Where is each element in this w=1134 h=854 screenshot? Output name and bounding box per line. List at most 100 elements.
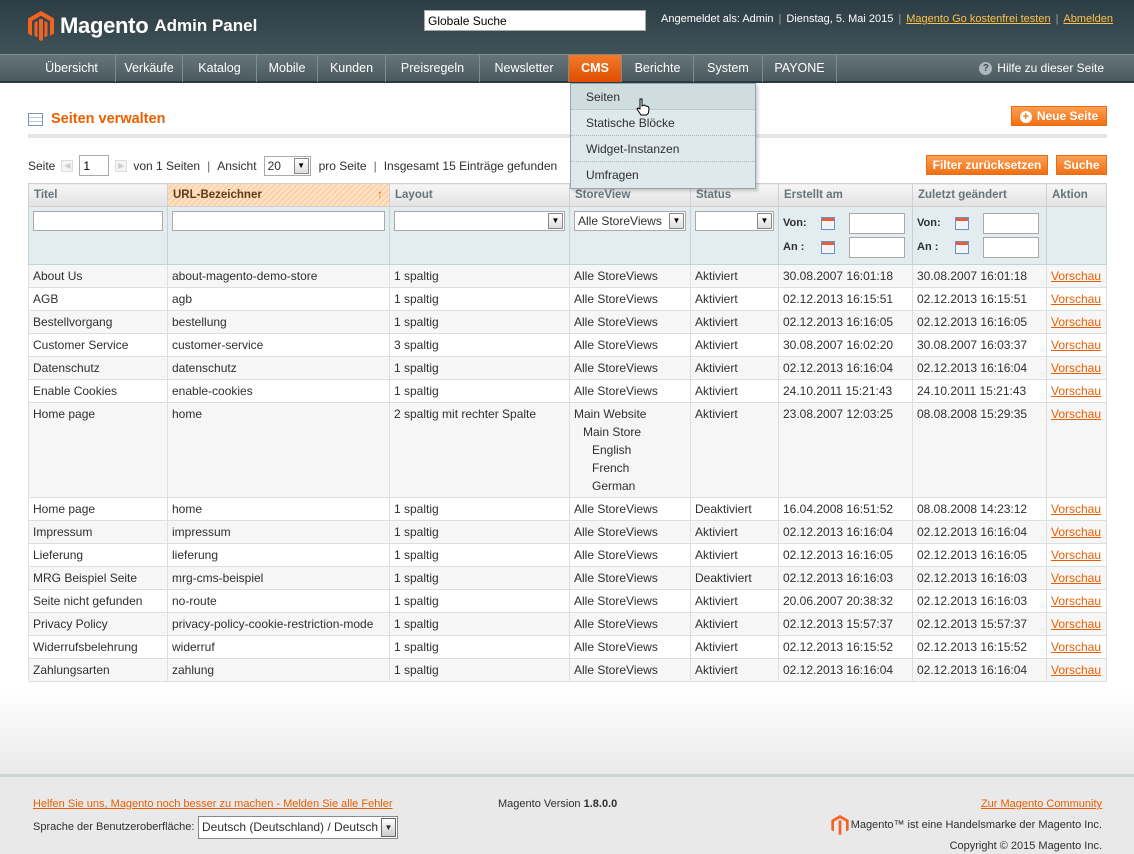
cell-layout: 1 spaltig xyxy=(389,566,570,590)
preview-link[interactable]: Vorschau xyxy=(1051,384,1101,398)
table-row[interactable]: MRG Beispiel Seite mrg-cms-beispiel 1 spal… xyxy=(28,566,1107,590)
community-link[interactable]: Zur Magento Community xyxy=(981,798,1102,810)
preview-link[interactable]: Vorschau xyxy=(1051,594,1101,608)
cell-url-key: home xyxy=(167,402,390,498)
header-links: Angemeldet als: Admin | Dienstag, 5. Mai 2… xyxy=(661,13,1113,25)
per-page-select[interactable]: 20 ▼ xyxy=(263,155,311,176)
language-select[interactable]: Deutsch (Deutschland) / Deutsch ▼ xyxy=(198,816,398,839)
modified-from-label: Von: xyxy=(917,217,941,229)
preview-link[interactable]: Vorschau xyxy=(1051,617,1101,631)
storeview-line: Alle StoreViews xyxy=(574,502,658,516)
title-filter-input[interactable] xyxy=(33,211,163,231)
table-row[interactable]: AGB agb 1 spaltig Alle StoreViews Aktiviert 0… xyxy=(28,287,1107,311)
help-link[interactable]: ? Hilfe zu dieser Seite xyxy=(979,61,1104,75)
column-header-layout[interactable]: Layout xyxy=(389,183,570,207)
preview-link[interactable]: Vorschau xyxy=(1051,361,1101,375)
nav-item-berichte[interactable]: Berichte xyxy=(622,55,694,82)
table-row[interactable]: Impressum impressum 1 spaltig Alle StoreVie… xyxy=(28,520,1107,544)
preview-link[interactable]: Vorschau xyxy=(1051,663,1101,677)
cell-action: Vorschau xyxy=(1046,356,1107,380)
nav-item-kunden[interactable]: Kunden xyxy=(318,55,386,82)
preview-link[interactable]: Vorschau xyxy=(1051,502,1101,516)
cell-url-key: zahlung xyxy=(167,658,390,682)
preview-link[interactable]: Vorschau xyxy=(1051,338,1101,352)
logout-link[interactable]: Abmelden xyxy=(1063,13,1113,25)
preview-link[interactable]: Vorschau xyxy=(1051,292,1101,306)
calendar-icon[interactable] xyxy=(821,216,835,230)
cell-layout: 1 spaltig xyxy=(389,612,570,636)
page-number-input[interactable] xyxy=(79,155,110,176)
prev-page-icon[interactable]: ◀ xyxy=(61,159,74,172)
layout-filter-select[interactable]: ▼ xyxy=(394,211,565,231)
table-row[interactable]: Lieferung lieferung 1 spaltig Alle StoreVie… xyxy=(28,543,1107,567)
cell-layout: 1 spaltig xyxy=(389,589,570,613)
table-row[interactable]: Zahlungsarten zahlung 1 spaltig Alle StoreV… xyxy=(28,658,1107,682)
menu-item-statische-bloecke[interactable]: Statische Blöcke xyxy=(571,110,755,136)
new-page-button[interactable]: + Neue Seite xyxy=(1011,106,1107,126)
calendar-icon[interactable] xyxy=(955,240,969,254)
preview-link[interactable]: Vorschau xyxy=(1051,525,1101,539)
nav-item-preisregeln[interactable]: Preisregeln xyxy=(386,55,480,82)
nav-item-katalog[interactable]: Katalog xyxy=(183,55,257,82)
reset-filter-button[interactable]: Filter zurücksetzen xyxy=(926,155,1048,175)
modified-from-input[interactable] xyxy=(983,212,1039,234)
storeview-filter-select[interactable]: Alle StoreViews ▼ xyxy=(574,211,686,231)
column-header-created[interactable]: Erstellt am xyxy=(778,183,913,207)
table-row[interactable]: Home page home 2 spaltig mit rechter Spalt… xyxy=(28,402,1107,498)
modified-to-input[interactable] xyxy=(983,236,1039,258)
version-label: Magento Version xyxy=(498,798,581,810)
preview-link[interactable]: Vorschau xyxy=(1051,269,1101,283)
nav-item-payone[interactable]: PAYONE xyxy=(763,55,837,82)
cell-created: 20.06.2007 20:38:32 xyxy=(778,589,913,613)
storeview-line: Alle StoreViews xyxy=(574,663,658,677)
search-button[interactable]: Suche xyxy=(1056,155,1107,175)
preview-link[interactable]: Vorschau xyxy=(1051,548,1101,562)
table-row[interactable]: Home page home 1 spaltig Alle StoreViews Dea… xyxy=(28,497,1107,521)
cell-created: 02.12.2013 16:16:04 xyxy=(778,520,913,544)
menu-item-umfragen[interactable]: Umfragen xyxy=(571,162,755,188)
column-header-url-key[interactable]: URL-Bezeichner ↑ xyxy=(167,183,390,207)
table-row[interactable]: Enable Cookies enable-cookies 1 spaltig All… xyxy=(28,379,1107,403)
preview-link[interactable]: Vorschau xyxy=(1051,640,1101,654)
nav-item-newsletter[interactable]: Newsletter xyxy=(480,55,569,82)
created-to-input[interactable] xyxy=(849,236,905,258)
preview-link[interactable]: Vorschau xyxy=(1051,407,1101,421)
column-header-title[interactable]: Titel xyxy=(28,183,168,207)
menu-item-widget-instanzen[interactable]: Widget-Instanzen xyxy=(571,136,755,162)
nav-item-cms[interactable]: CMS xyxy=(569,55,622,82)
magento-logo[interactable]: Magento Admin Panel xyxy=(28,10,257,42)
table-row[interactable]: Privacy Policy privacy-policy-cookie-rest… xyxy=(28,612,1107,636)
cell-url-key: enable-cookies xyxy=(167,379,390,403)
cell-layout: 1 spaltig xyxy=(389,356,570,380)
table-row[interactable]: Widerrufsbelehrung widerruf 1 spaltig Alle … xyxy=(28,635,1107,659)
table-row[interactable]: Datenschutz datenschutz 1 spaltig Alle Stor… xyxy=(28,356,1107,380)
calendar-icon[interactable] xyxy=(955,216,969,230)
column-header-modified[interactable]: Zuletzt geändert xyxy=(912,183,1047,207)
cell-storeview: Alle StoreViews xyxy=(569,333,691,357)
calendar-icon[interactable] xyxy=(821,240,835,254)
cell-url-key: no-route xyxy=(167,589,390,613)
cell-status: Aktiviert xyxy=(690,333,779,357)
cell-title: Widerrufsbelehrung xyxy=(28,635,168,659)
nav-item-uebersicht[interactable]: Übersicht xyxy=(28,55,116,82)
nav-item-verkaeufe[interactable]: Verkäufe xyxy=(116,55,183,82)
nav-item-mobile[interactable]: Mobile xyxy=(257,55,318,82)
table-row[interactable]: Seite nicht gefunden no-route 1 spaltig All… xyxy=(28,589,1107,613)
table-row[interactable]: About Us about-magento-demo-store 1 spalti… xyxy=(28,264,1107,288)
cell-storeview: Main Website Main Store English French Germa… xyxy=(569,402,691,498)
next-page-icon[interactable]: ▶ xyxy=(115,159,128,172)
table-row[interactable]: Bestellvorgang bestellung 1 spaltig Alle St… xyxy=(28,310,1107,334)
created-from-input[interactable] xyxy=(849,212,905,234)
nav-item-system[interactable]: System xyxy=(694,55,763,82)
url-filter-input[interactable] xyxy=(172,211,385,231)
cell-modified: 02.12.2013 16:16:05 xyxy=(912,310,1047,334)
report-bug-link[interactable]: Helfen Sie uns, Magento noch besser zu m… xyxy=(33,798,393,810)
global-search-input[interactable] xyxy=(424,10,646,31)
table-row[interactable]: Customer Service customer-service 3 spalti… xyxy=(28,333,1107,357)
status-filter-select[interactable]: ▼ xyxy=(695,211,774,231)
preview-link[interactable]: Vorschau xyxy=(1051,571,1101,585)
menu-item-seiten[interactable]: Seiten xyxy=(571,84,755,110)
preview-link[interactable]: Vorschau xyxy=(1051,315,1101,329)
dropdown-arrow-icon: ▼ xyxy=(381,818,396,837)
trial-link[interactable]: Magento Go kostenfrei testen xyxy=(906,13,1050,25)
